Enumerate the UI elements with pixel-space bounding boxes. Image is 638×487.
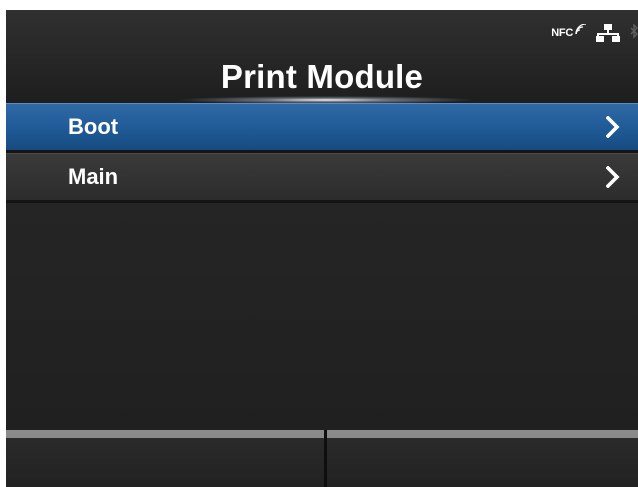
menu-list: Boot Main (6, 103, 638, 203)
menu-item-main[interactable]: Main (6, 153, 638, 203)
chevron-right-icon (606, 166, 620, 188)
chevron-right-icon (606, 116, 620, 138)
header-bar: NFC Print Module (6, 10, 638, 104)
bluetooth-icon (630, 24, 638, 39)
menu-item-label: Boot (68, 114, 119, 139)
wired-network-icon (596, 24, 620, 42)
menu-item-label: Main (68, 164, 119, 189)
menu-item-boot[interactable]: Boot (6, 103, 638, 153)
status-icons: NFC (551, 24, 638, 42)
softkey-left[interactable] (6, 430, 324, 487)
lcd-panel: NFC Print Module Boot Main (6, 10, 638, 487)
page-title: Print Module (220, 58, 424, 95)
softkey-right[interactable] (327, 430, 638, 487)
nfc-label: NFC (551, 27, 573, 39)
printer-display: NFC Print Module Boot Main (0, 0, 638, 487)
nfc-waves-icon (575, 24, 586, 35)
softkey-bar (6, 430, 638, 487)
nfc-icon: NFC (551, 24, 586, 39)
